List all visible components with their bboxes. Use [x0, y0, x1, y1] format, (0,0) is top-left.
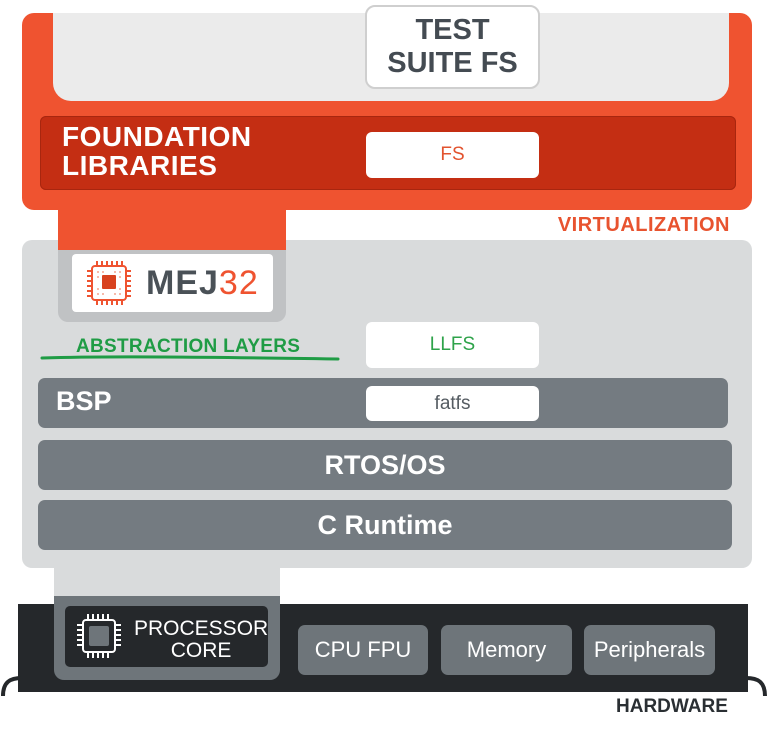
fatfs-box[interactable]: fatfs [366, 386, 539, 421]
mej32-logo-text-bold: MEJ [146, 264, 219, 302]
test-suite-fs-box[interactable]: TEST SUITE FS [365, 5, 540, 89]
chip-icon [87, 261, 131, 305]
peripherals-box[interactable]: Peripherals [584, 625, 715, 675]
mej32-logo-text: MEJ32 [146, 262, 259, 304]
hardware-edge-right [746, 676, 767, 697]
hardware-label: HARDWARE [616, 696, 728, 717]
processor-line2: CORE [170, 639, 232, 662]
processor-core-label: PROCESSOR CORE [134, 618, 268, 662]
bsp-label: BSP [56, 386, 112, 416]
hardware-edge-left [1, 676, 22, 697]
llfs-box[interactable]: LLFS [366, 322, 539, 368]
cpu-fpu-box[interactable]: CPU FPU [298, 625, 428, 675]
foundation-line1: FOUNDATION [62, 121, 252, 152]
test-suite-line1: TEST [415, 14, 490, 46]
virtualization-label: VIRTUALIZATION [557, 214, 730, 236]
memory-box[interactable]: Memory [441, 625, 572, 675]
c-runtime-layer: C Runtime [38, 500, 732, 550]
processor-chip-icon [77, 614, 121, 658]
processor-line1: PROCESSOR [134, 617, 269, 640]
foundation-libraries-label: FOUNDATION LIBRARIES [62, 122, 252, 180]
mej32-tab-cap [58, 236, 286, 250]
rtos-os-layer: RTOS/OS [38, 440, 732, 490]
foundation-line2: LIBRARIES [62, 150, 218, 181]
abstraction-layers-label: ABSTRACTION LAYERS [76, 336, 301, 357]
test-suite-line2: SUITE FS [387, 47, 518, 79]
fs-box[interactable]: FS [366, 132, 539, 178]
mej32-logo-text-thin: 32 [218, 264, 259, 302]
